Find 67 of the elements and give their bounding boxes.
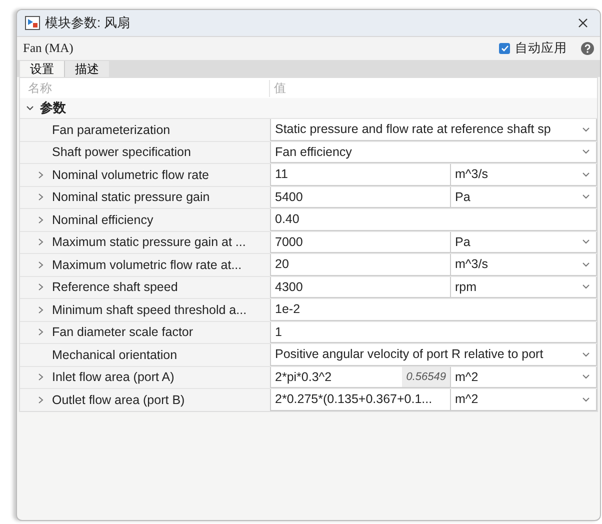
window-title: 模块参数: 风扇 (45, 14, 132, 32)
auto-apply-checkbox[interactable] (499, 43, 510, 54)
parameter-name: Maximum static pressure gain at ... (52, 235, 246, 250)
parameter-name: Fan parameterization (52, 122, 170, 137)
chevron-down-icon (582, 149, 590, 154)
close-icon[interactable] (578, 18, 588, 28)
chevron-right-icon[interactable] (38, 373, 44, 382)
value-field[interactable]: 2*0.275*(0.135+0.367+0.1... (271, 389, 451, 410)
chevron-down-icon (582, 262, 590, 267)
unit-dropdown[interactable]: Pa (451, 186, 596, 207)
tab[interactable]: 设置 (20, 61, 64, 77)
unit-dropdown[interactable]: Pa (451, 232, 596, 252)
chevron-right-icon[interactable] (38, 396, 44, 404)
help-icon[interactable] (581, 42, 594, 55)
parameter-name: Minimum shaft speed threshold a... (52, 302, 247, 317)
chevron-right-icon[interactable] (38, 216, 44, 224)
chevron-down-icon (582, 374, 590, 380)
section-title: 参数 (40, 99, 66, 117)
value-field[interactable]: 1e-2 (271, 299, 596, 320)
chevron-down-icon (582, 284, 590, 290)
dropdown-field[interactable]: Fan efficiency (271, 142, 596, 162)
unit-dropdown[interactable]: m^2 (451, 389, 596, 410)
block-icon (25, 16, 40, 30)
unit-dropdown[interactable]: m^3/s (451, 254, 596, 274)
chevron-right-icon[interactable] (38, 238, 44, 246)
value-field[interactable]: 4300 (271, 276, 451, 297)
unit-dropdown[interactable]: m^3/s (451, 164, 596, 184)
parameter-name: Nominal efficiency (52, 212, 154, 227)
unit-dropdown[interactable]: rpm (451, 276, 596, 297)
chevron-down-icon (582, 239, 590, 244)
value-field[interactable]: 2*pi*0.3^2 0.56549 (271, 366, 451, 387)
parameter-name: Mechanical orientation (52, 348, 178, 362)
chevron-down-icon (582, 194, 590, 200)
parameter-name: Nominal volumetric flow rate (52, 168, 209, 182)
chevron-down-icon (582, 172, 590, 177)
value-field[interactable]: 1 (271, 322, 596, 342)
evaluated-value: 0.56549 (402, 366, 450, 387)
parameter-name: Fan diameter scale factor (52, 325, 194, 340)
parameter-name: Shaft power specification (52, 145, 191, 160)
chevron-down-icon (582, 126, 590, 132)
parameter-name: Maximum volumetric flow rate at... (52, 258, 242, 272)
parameter-name: Inlet flow area (port A) (52, 370, 174, 384)
block-name: Fan (MA) (23, 41, 74, 56)
value-field[interactable]: 0.40 (271, 209, 596, 230)
chevron-down-icon (582, 396, 590, 402)
dropdown-field[interactable]: Positive angular velocity of port R relative to port (271, 344, 596, 364)
value-field[interactable]: 20 (271, 254, 451, 274)
chevron-down-icon[interactable] (26, 104, 34, 112)
chevron-down-icon (582, 352, 590, 357)
parameter-name: Reference shaft speed (52, 280, 178, 294)
value-field[interactable]: 7000 (271, 232, 451, 252)
chevron-right-icon[interactable] (38, 306, 44, 314)
parameter-name: Outlet flow area (port B) (52, 392, 185, 407)
value-field[interactable]: 5400 (271, 186, 451, 207)
chevron-right-icon[interactable] (38, 170, 44, 179)
chevron-right-icon[interactable] (38, 283, 44, 292)
unit-dropdown[interactable]: m^2 (451, 366, 596, 387)
column-header: 值 (273, 80, 286, 96)
column-header: 名称 (27, 80, 52, 94)
chevron-right-icon[interactable] (38, 260, 44, 269)
chevron-right-icon[interactable] (38, 328, 44, 336)
chevron-right-icon[interactable] (38, 193, 44, 202)
tab[interactable]: 描述 (64, 61, 109, 77)
value-field[interactable]: 11 (271, 164, 451, 184)
auto-apply-label: 自动应用 (515, 40, 567, 57)
parameter-name: Nominal static pressure gain (52, 190, 210, 204)
dropdown-field[interactable]: Static pressure and flow rate at reference shaft sp (271, 119, 596, 140)
